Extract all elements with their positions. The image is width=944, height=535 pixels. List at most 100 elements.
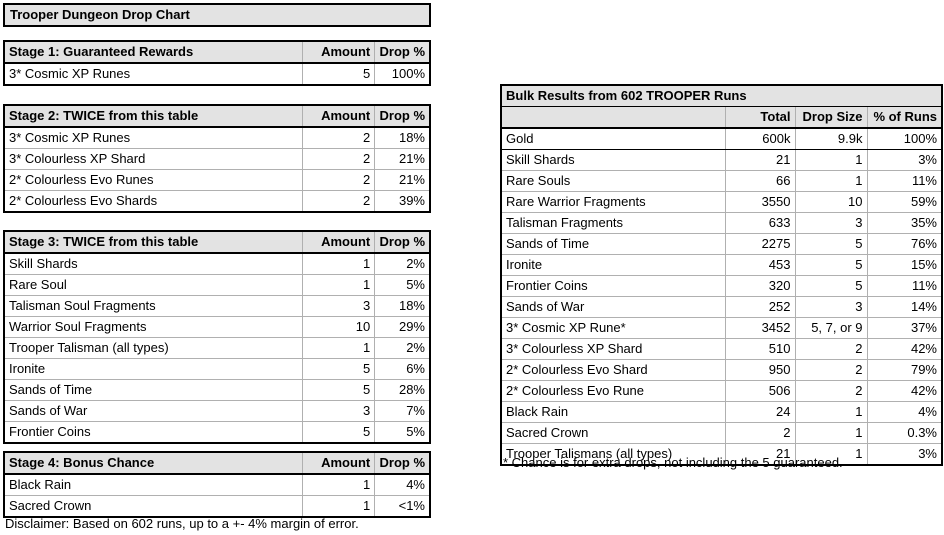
table-row: 3* Cosmic XP Rune* 3452 5, 7, or 9 37% <box>500 317 943 339</box>
disclaimer-text: Disclaimer: Based on 602 runs, up to a +… <box>5 516 359 531</box>
item-drop-pct: 7% <box>374 400 431 422</box>
stage-title: Stage 4: Bonus Chance <box>3 451 303 475</box>
item-amount: 2 <box>301 169 376 191</box>
stage-title: Stage 2: TWICE from this table <box>3 104 303 128</box>
stage-header-row: Stage 4: Bonus Chance Amount Drop % <box>3 451 431 475</box>
bulk-header-row: Total Drop Size % of Runs <box>500 106 943 129</box>
item-name: Frontier Coins <box>3 421 303 444</box>
item-drop-size: 5 <box>794 254 868 276</box>
item-total: 453 <box>724 254 796 276</box>
item-amount: 2 <box>301 190 376 213</box>
table-row: Sands of Time 2275 5 76% <box>500 233 943 255</box>
item-name: Black Rain <box>3 473 303 496</box>
item-pct-of-runs: 79% <box>866 359 943 381</box>
item-name: Rare Souls <box>500 170 726 192</box>
item-name: 2* Colourless Evo Runes <box>3 169 303 191</box>
stage-header-row: Stage 3: TWICE from this table Amount Drop… <box>3 230 431 254</box>
item-amount: 3 <box>301 295 376 317</box>
item-drop-size: 3 <box>794 296 868 318</box>
item-pct-of-runs: 59% <box>866 191 943 213</box>
table-row: Skill Shards 1 2% <box>3 252 431 275</box>
table-row: 2* Colourless Evo Shard 950 2 79% <box>500 359 943 381</box>
table-row: 2* Colourless Evo Shards 2 39% <box>3 190 431 213</box>
item-drop-pct: 5% <box>374 421 431 444</box>
stage-col-drop: Drop % <box>374 451 431 475</box>
item-total: 950 <box>724 359 796 381</box>
item-amount: 1 <box>301 495 376 518</box>
item-drop-size: 3 <box>794 212 868 234</box>
table-row: 3* Colourless XP Shard 510 2 42% <box>500 338 943 360</box>
item-name: 3* Cosmic XP Rune* <box>500 317 726 339</box>
item-name: Ironite <box>3 358 303 380</box>
bulk-title: Bulk Results from 602 TROOPER Runs <box>500 84 943 107</box>
table-row: Frontier Coins 5 5% <box>3 421 431 444</box>
item-amount: 5 <box>301 62 376 86</box>
item-amount: 1 <box>301 252 376 275</box>
item-drop-pct: 4% <box>374 473 431 496</box>
item-name: Sands of War <box>3 400 303 422</box>
item-drop-size: 2 <box>794 359 868 381</box>
item-drop-pct: 2% <box>374 252 431 275</box>
item-total: 633 <box>724 212 796 234</box>
table-row: Gold 600k 9.9k 100% <box>500 127 943 150</box>
table-row: 3* Cosmic XP Runes 2 18% <box>3 126 431 149</box>
item-name: Sacred Crown <box>3 495 303 518</box>
item-total: 506 <box>724 380 796 402</box>
table-row: Rare Warrior Fragments 3550 10 59% <box>500 191 943 213</box>
item-drop-size: 1 <box>794 170 868 192</box>
table-row: Warrior Soul Fragments 10 29% <box>3 316 431 338</box>
item-drop-pct: 5% <box>374 274 431 296</box>
table-row: Talisman Fragments 633 3 35% <box>500 212 943 234</box>
stage-col-amount: Amount <box>301 40 376 64</box>
table-row: 2* Colourless Evo Rune 506 2 42% <box>500 380 943 402</box>
item-total: 320 <box>724 275 796 297</box>
table-row: Sands of War 252 3 14% <box>500 296 943 318</box>
item-total: 66 <box>724 170 796 192</box>
item-name: Frontier Coins <box>500 275 726 297</box>
item-amount: 5 <box>301 421 376 444</box>
item-pct-of-runs: 37% <box>866 317 943 339</box>
item-total: 3550 <box>724 191 796 213</box>
table-row: Ironite 5 6% <box>3 358 431 380</box>
item-name: Sands of War <box>500 296 726 318</box>
drop-chart-page: Trooper Dungeon Drop Chart Stage 1: Guar… <box>0 0 944 535</box>
item-total: 3452 <box>724 317 796 339</box>
item-pct-of-runs: 42% <box>866 380 943 402</box>
item-total: 600k <box>724 127 796 150</box>
stage-table-stage3: Stage 3: TWICE from this table Amount Drop… <box>3 230 431 444</box>
item-drop-size: 5 <box>794 233 868 255</box>
bulk-results-body: Gold 600k 9.9k 100% Skill Shards 21 1 3% Rare So… <box>500 127 943 466</box>
item-name: 3* Cosmic XP Runes <box>3 62 303 86</box>
item-total: 252 <box>724 296 796 318</box>
item-pct-of-runs: 15% <box>866 254 943 276</box>
item-drop-pct: 100% <box>374 62 431 86</box>
table-row: Rare Soul 1 5% <box>3 274 431 296</box>
bulk-col-total: Total <box>724 106 796 129</box>
item-amount: 3 <box>301 400 376 422</box>
item-name: 2* Colourless Evo Shard <box>500 359 726 381</box>
item-total: 2275 <box>724 233 796 255</box>
item-pct-of-runs: 3% <box>866 443 943 466</box>
stage-title: Stage 1: Guaranteed Rewards <box>3 40 303 64</box>
item-pct-of-runs: 42% <box>866 338 943 360</box>
item-amount: 5 <box>301 379 376 401</box>
table-row: Sands of War 3 7% <box>3 400 431 422</box>
item-drop-size: 5 <box>794 275 868 297</box>
item-drop-pct: 18% <box>374 126 431 149</box>
table-row: Black Rain 1 4% <box>3 473 431 496</box>
item-drop-pct: 2% <box>374 337 431 359</box>
item-name: Black Rain <box>500 401 726 423</box>
item-pct-of-runs: 11% <box>866 170 943 192</box>
item-name: Ironite <box>500 254 726 276</box>
item-name: Rare Warrior Fragments <box>500 191 726 213</box>
item-pct-of-runs: 11% <box>866 275 943 297</box>
table-row: Sands of Time 5 28% <box>3 379 431 401</box>
stage-col-amount: Amount <box>301 230 376 254</box>
item-name: 3* Colourless XP Shard <box>3 148 303 170</box>
item-amount: 5 <box>301 358 376 380</box>
table-row: Skill Shards 21 1 3% <box>500 149 943 171</box>
table-row: 2* Colourless Evo Runes 2 21% <box>3 169 431 191</box>
item-total: 21 <box>724 149 796 171</box>
item-pct-of-runs: 100% <box>866 127 943 150</box>
item-name: Talisman Soul Fragments <box>3 295 303 317</box>
